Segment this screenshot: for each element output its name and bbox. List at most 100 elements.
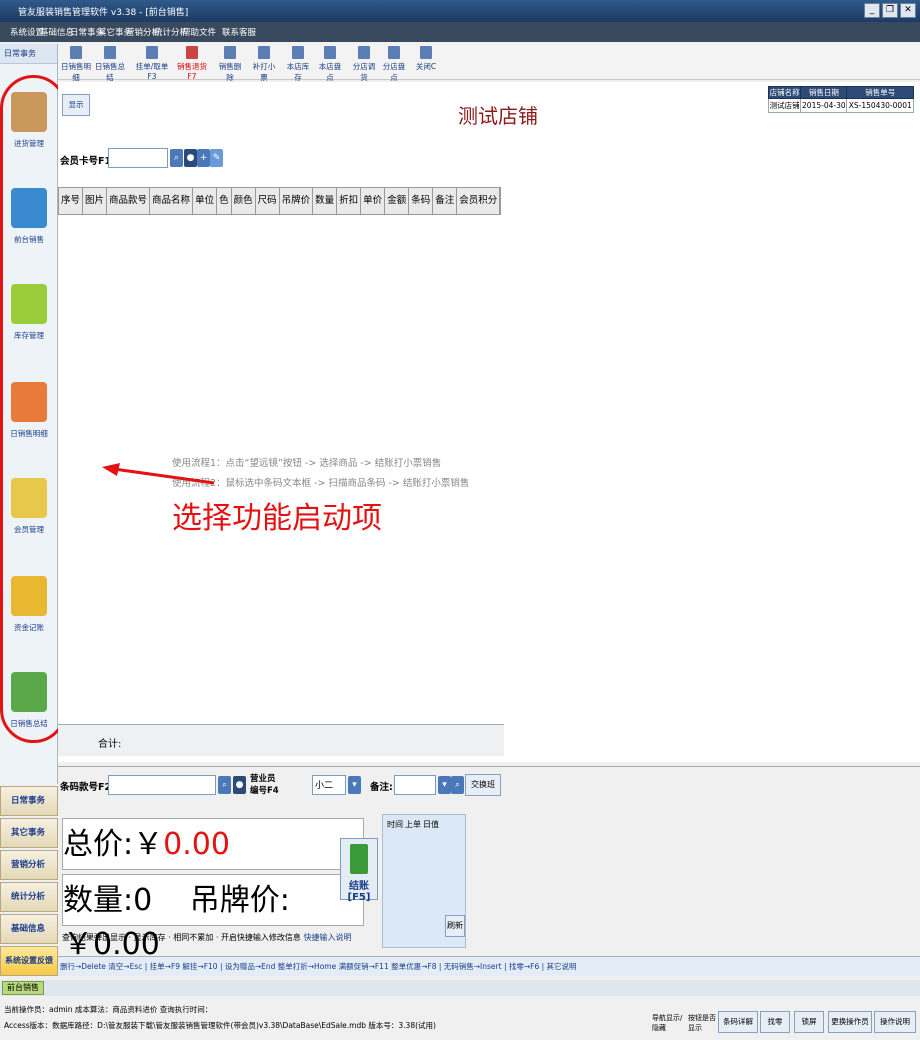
daily-summary-button[interactable]: 日销售总结 xyxy=(94,46,126,82)
barcode-detail-button[interactable]: 条码详解 xyxy=(718,1011,758,1033)
edit-icon[interactable]: ✎ xyxy=(210,149,223,167)
options-row: 查询结果弹出显示 · 显示库存 · 相同不累加 · 开启快捷输入修改信息 快捷输… xyxy=(62,933,352,942)
tab-strip: 前台销售 xyxy=(0,980,920,996)
nav-group: 日常事务 其它事务 营销分析 统计分析 基础信息 系统设置反馈 xyxy=(0,786,58,976)
binoculars-icon[interactable]: ● xyxy=(184,149,197,167)
barcode-label: 条码款号F2: xyxy=(60,782,115,793)
col-color[interactable]: 颜色 xyxy=(232,188,256,214)
col-discount[interactable]: 折扣 xyxy=(337,188,362,214)
remark-label: 备注: xyxy=(370,782,393,793)
close-tab-button[interactable]: 关闭C xyxy=(414,46,438,78)
tab-value[interactable]: 日值 xyxy=(423,819,439,830)
reprint-button[interactable]: 补打小票 xyxy=(250,46,278,82)
window-title: 管友服装销售管理软件 v3.38 - [前台销售] xyxy=(18,8,189,18)
exchange-shift-button[interactable]: 交换班 xyxy=(465,774,501,796)
col-tag-price[interactable]: 吊牌价 xyxy=(280,188,314,214)
col-barcode[interactable]: 条码 xyxy=(409,188,434,214)
tag-label: 吊牌价: xyxy=(189,883,290,918)
button-toggle[interactable]: 按钮是否显示 xyxy=(688,1013,718,1033)
col-code[interactable]: 商品款号 xyxy=(107,188,151,214)
remark-input[interactable] xyxy=(394,775,436,795)
nav-settings[interactable]: 系统设置反馈 xyxy=(0,946,58,976)
time-tabs: 时间 上单 日值 刷新 xyxy=(382,814,466,948)
stock-icon xyxy=(292,46,304,59)
opt-popup[interactable]: 查询结果弹出显示 xyxy=(62,933,126,942)
search-icon[interactable]: ⌕ xyxy=(451,776,464,794)
transfer-button[interactable]: 分店调货 xyxy=(350,46,378,82)
binoculars-icon[interactable]: ● xyxy=(233,776,246,794)
col-name[interactable]: 商品名称 xyxy=(150,188,194,214)
branch-inventory-button[interactable]: 分店盘点 xyxy=(380,46,408,82)
nav-other[interactable]: 其它事务 xyxy=(0,818,58,848)
return-button[interactable]: 销售退货F7 xyxy=(174,46,210,81)
col-remark[interactable]: 备注 xyxy=(433,188,458,214)
opt-no-merge[interactable]: 相同不累加 xyxy=(173,933,213,942)
nav-basic[interactable]: 基础信息 xyxy=(0,914,58,944)
show-button[interactable]: 显示 xyxy=(62,94,90,116)
hold-icon xyxy=(146,46,158,59)
help-button[interactable]: 操作说明 xyxy=(874,1011,916,1033)
switch-user-button[interactable]: 更换操作员 xyxy=(828,1011,872,1033)
stock-button[interactable]: 本店库存 xyxy=(284,46,312,82)
sidebar-header: 日常事务 xyxy=(0,44,57,64)
member-label: 会员卡号F1: xyxy=(60,156,115,167)
member-input[interactable] xyxy=(108,148,168,168)
exit-icon xyxy=(420,46,432,59)
col-points[interactable]: 会员积分 xyxy=(457,188,501,214)
add-icon[interactable]: + xyxy=(197,149,210,167)
col-color-code[interactable]: 色 xyxy=(217,188,232,214)
sale-date: 2015-04-30 xyxy=(800,98,848,113)
delete-icon xyxy=(224,46,236,59)
staff-label: 营业员编号F4 xyxy=(250,774,279,796)
col-amount[interactable]: 金额 xyxy=(385,188,410,214)
nav-toggle[interactable]: 导航显示/隐藏 xyxy=(652,1013,686,1033)
col-unit[interactable]: 单位 xyxy=(193,188,218,214)
refresh-button[interactable]: 刷新 xyxy=(445,915,465,937)
hold-order-button[interactable]: 挂单/取单F3 xyxy=(134,46,170,81)
close-button[interactable]: ✕ xyxy=(900,3,916,18)
search-icon[interactable]: ⌕ xyxy=(170,149,183,167)
inventory-icon xyxy=(324,46,336,59)
delete-sale-button[interactable]: 销售删除 xyxy=(216,46,244,82)
tab-time[interactable]: 时间 xyxy=(387,819,403,830)
inventory-button[interactable]: 本店盘点 xyxy=(316,46,344,82)
col-unit-price[interactable]: 单价 xyxy=(361,188,386,214)
menu-settings[interactable]: 系统设置 xyxy=(10,26,44,38)
arrow-icon xyxy=(102,463,215,485)
change-button[interactable]: 找零 xyxy=(760,1011,790,1033)
shop-select[interactable]: 测试店铺 xyxy=(767,98,802,113)
nav-marketing[interactable]: 营销分析 xyxy=(0,850,58,880)
chevron-down-icon[interactable]: ▾ xyxy=(438,776,451,794)
restore-button[interactable]: ❐ xyxy=(882,3,898,18)
opt-quick-input[interactable]: 开启快捷输入修改信息 xyxy=(221,933,301,942)
grid-header: 序号 图片 商品款号 商品名称 单位 色 颜色 尺码 吊牌价 数量 折扣 单价 … xyxy=(58,187,502,215)
search-icon[interactable]: ⌕ xyxy=(218,776,231,794)
qty-value: 0 xyxy=(133,883,153,918)
minimize-button[interactable]: _ xyxy=(864,3,880,18)
tab-pos[interactable]: 前台销售 xyxy=(2,981,44,995)
return-icon xyxy=(186,46,198,59)
opt-stock[interactable]: 显示库存 xyxy=(134,933,166,942)
usage-hint-2: 使用流程2：鼠标选中条码文本框 -> 扫描商品条码 -> 结账打小票销售 xyxy=(172,478,470,489)
menu-basic[interactable]: 基础信息 xyxy=(40,26,74,38)
totals-label: 合计: xyxy=(98,739,122,750)
nav-daily[interactable]: 日常事务 xyxy=(0,786,58,816)
sales-area xyxy=(58,82,920,762)
menu-support[interactable]: 联系客服 xyxy=(222,26,256,38)
col-qty[interactable]: 数量 xyxy=(313,188,338,214)
price-value: 0.00 xyxy=(163,827,230,862)
tab-last[interactable]: 上单 xyxy=(405,819,421,830)
order-info-table: 店铺名称 销售日期 销售单号 测试店铺 2015-04-30 XS-150430-000… xyxy=(767,86,914,113)
lock-button[interactable]: 锁屏 xyxy=(794,1011,824,1033)
col-index[interactable]: 序号 xyxy=(59,188,84,214)
status-line-1: 当前操作员：admin 成本算法：商品资料进价 查询执行时间： xyxy=(4,1005,213,1014)
daily-detail-button[interactable]: 日销售明细 xyxy=(60,46,92,82)
barcode-input[interactable] xyxy=(108,775,216,795)
col-image[interactable]: 图片 xyxy=(83,188,108,214)
chevron-down-icon[interactable]: ▾ xyxy=(348,776,361,794)
nav-stats[interactable]: 统计分析 xyxy=(0,882,58,912)
menu-help[interactable]: 帮助文件 xyxy=(182,26,216,38)
staff-input[interactable]: 小二 xyxy=(312,775,346,795)
col-size[interactable]: 尺码 xyxy=(256,188,280,214)
quick-input-help-link[interactable]: 快捷输入说明 xyxy=(303,933,351,942)
